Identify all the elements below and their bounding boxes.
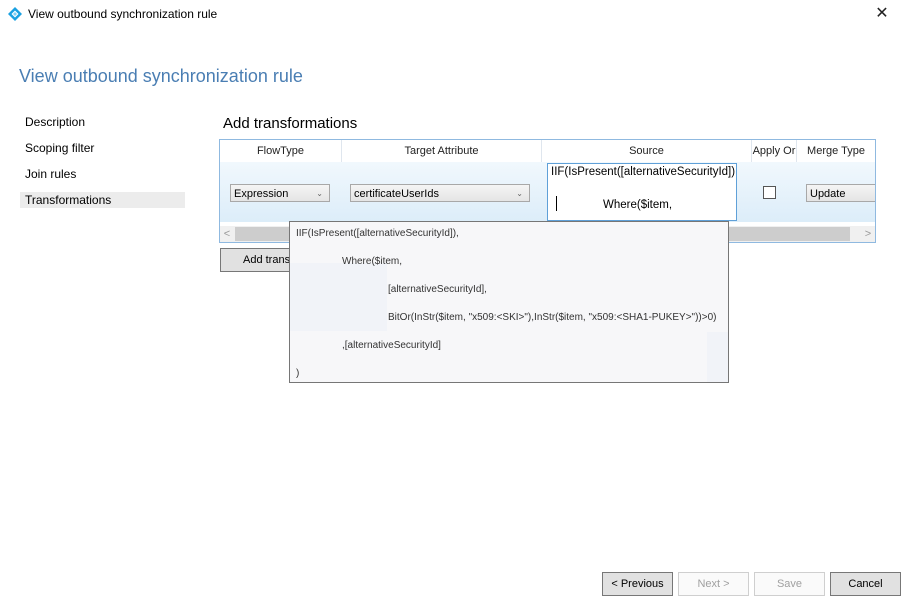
scroll-left-icon[interactable]: < [220, 226, 234, 242]
column-header-source[interactable]: Source [542, 140, 752, 162]
column-header-flowtype[interactable]: FlowType [220, 140, 342, 162]
text-caret [556, 196, 557, 211]
azure-ad-connect-diamond-icon [8, 7, 22, 21]
sidebar-item-join-rules[interactable]: Join rules [20, 164, 185, 190]
tooltip-shade [707, 332, 728, 382]
tooltip-line: [alternativeSecurityId], [388, 284, 487, 295]
tooltip-line: ,[alternativeSecurityId] [342, 340, 441, 351]
sidebar-item-scoping-filter[interactable]: Scoping filter [20, 138, 185, 164]
source-expression-tooltip: IIF(IsPresent([alternativeSecurityId]), … [289, 221, 729, 383]
tooltip-line: BitOr(InStr($item, "x509:<SKI>"),InStr($… [388, 312, 717, 323]
section-title: Add transformations [223, 115, 358, 132]
column-header-target-attribute[interactable]: Target Attribute [342, 140, 542, 162]
tooltip-shade [290, 263, 387, 331]
target-attribute-dropdown[interactable]: certificateUserIds ⌄ [350, 184, 530, 202]
sidebar-item-transformations[interactable]: Transformations [20, 192, 185, 208]
source-line-1: IIF(IsPresent([alternativeSecurityId]) [551, 166, 736, 178]
chevron-down-icon: ⌄ [316, 189, 323, 198]
previous-button[interactable]: < Previous [602, 572, 673, 596]
flowtype-value: Expression [234, 188, 289, 200]
column-header-merge-type[interactable]: Merge Type [797, 140, 875, 162]
tooltip-line: IIF(IsPresent([alternativeSecurityId]), [296, 228, 459, 239]
grid-header: FlowType Target Attribute Source Apply O… [220, 140, 875, 163]
close-icon: ✕ [875, 5, 889, 22]
page-title: View outbound synchronization rule [19, 66, 303, 86]
sidebar-nav: Description Scoping filter Join rules Tr… [20, 112, 185, 208]
chevron-down-icon: ⌄ [516, 189, 523, 198]
table-row: Expression ⌄ certificateUserIds ⌄ IIF(Is… [220, 162, 875, 222]
target-attribute-value: certificateUserIds [354, 188, 439, 200]
flowtype-dropdown[interactable]: Expression ⌄ [230, 184, 330, 202]
cancel-button[interactable]: Cancel [830, 572, 901, 596]
merge-type-value: Update [810, 188, 846, 200]
column-header-apply-once[interactable]: Apply Or [752, 140, 797, 162]
close-button[interactable]: ✕ [870, 3, 894, 25]
tooltip-line: ) [296, 368, 300, 379]
scroll-right-icon[interactable]: > [861, 226, 875, 242]
source-expression-input[interactable]: IIF(IsPresent([alternativeSecurityId]) W… [547, 163, 737, 221]
save-button[interactable]: Save [754, 572, 825, 596]
apply-once-checkbox[interactable] [763, 186, 776, 199]
source-line-2: Where($item, [603, 199, 673, 211]
next-button[interactable]: Next > [678, 572, 749, 596]
sidebar-item-description[interactable]: Description [20, 112, 185, 138]
window-title: View outbound synchronization rule [28, 7, 218, 21]
title-bar: View outbound synchronization rule ✕ [0, 0, 923, 28]
merge-type-dropdown[interactable]: Update [806, 184, 875, 202]
tooltip-line: Where($item, [342, 256, 403, 267]
